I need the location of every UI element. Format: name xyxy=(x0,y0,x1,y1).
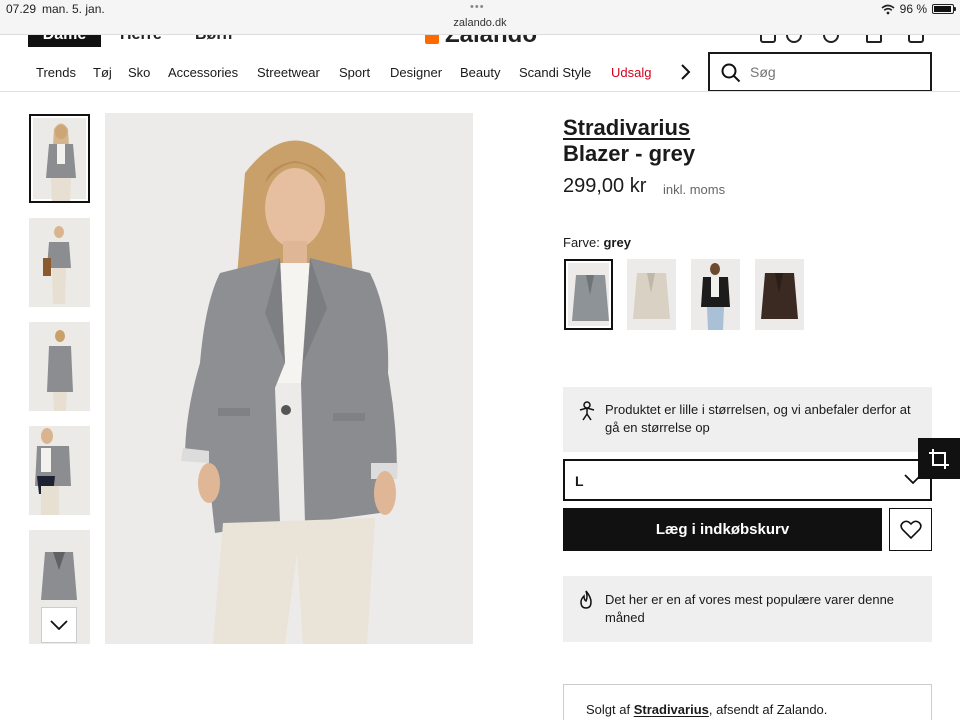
brand-link[interactable]: Stradivarius xyxy=(563,115,690,141)
fit-advice-text: Produktet er lille i størrelsen, og vi a… xyxy=(605,402,911,435)
chevron-down-icon xyxy=(50,620,68,630)
thumbnail-4[interactable] xyxy=(29,426,90,515)
sold-by-prefix: Solgt af xyxy=(586,702,631,717)
color-label: Farve: grey xyxy=(563,235,631,250)
status-time: 07.29 xyxy=(6,2,37,16)
color-swatch-black[interactable] xyxy=(691,259,740,330)
language-icon[interactable] xyxy=(786,35,802,43)
thumbnail-1[interactable] xyxy=(29,114,90,203)
search-input[interactable] xyxy=(750,63,920,81)
flame-icon xyxy=(580,590,592,609)
battery-fill xyxy=(934,6,952,12)
address-bar-url[interactable]: zalando.dk xyxy=(0,17,960,29)
chevron-right-icon[interactable] xyxy=(677,64,693,80)
compare-side-tab[interactable] xyxy=(918,438,960,479)
logo-mark-icon xyxy=(425,35,439,44)
swatch-image xyxy=(633,273,670,319)
nav-item-trends[interactable]: Trends xyxy=(36,65,76,80)
thumbnail-2[interactable] xyxy=(29,218,90,307)
thumbnail-image xyxy=(43,226,71,304)
color-swatch-brown[interactable] xyxy=(755,259,804,330)
wifi-icon xyxy=(881,4,895,14)
product-name: Blazer - grey xyxy=(563,141,696,166)
thumbnails-scroll-down-button[interactable] xyxy=(41,607,77,643)
product-price: 299,00 kr xyxy=(563,175,647,197)
swatch-image xyxy=(572,275,609,321)
nav-item-beauty[interactable]: Beauty xyxy=(460,65,500,80)
seller-info-text: Solgt af Stradivarius, afsendt af Zaland… xyxy=(586,702,827,717)
logo-text: Zalando xyxy=(445,35,537,47)
tab-dame[interactable]: Dame xyxy=(28,35,101,47)
header-top-row: Dame Herre Børn Zalando xyxy=(0,35,960,47)
cart-icon[interactable] xyxy=(908,35,924,43)
product-photo xyxy=(181,140,398,644)
nav-item-designer[interactable]: Designer xyxy=(390,65,442,80)
add-to-cart-button[interactable]: Læg i indkøbskurv xyxy=(563,508,882,551)
selected-size: L xyxy=(575,473,584,489)
color-swatch-grey[interactable] xyxy=(564,259,613,330)
help-icon[interactable] xyxy=(760,35,776,43)
status-date: man. 5. jan. xyxy=(42,2,105,16)
seller-info-box: Solgt af Stradivarius, afsendt af Zaland… xyxy=(563,684,932,720)
status-right: 96 % xyxy=(881,2,956,16)
color-label-text: Farve: xyxy=(563,235,600,250)
tab-herre[interactable]: Herre xyxy=(120,35,162,47)
account-icon[interactable] xyxy=(823,35,839,43)
color-value: grey xyxy=(603,235,631,250)
search-icon xyxy=(721,63,741,83)
vat-note: inkl. moms xyxy=(663,182,726,197)
color-swatch-beige[interactable] xyxy=(627,259,676,330)
heart-icon xyxy=(899,520,922,539)
nav-item-toj[interactable]: Tøj xyxy=(93,65,112,80)
nav-divider xyxy=(0,91,960,92)
battery-icon xyxy=(932,4,956,14)
search-box[interactable] xyxy=(708,52,932,92)
thumbnail-image xyxy=(46,123,76,201)
more-dots-icon[interactable]: ••• xyxy=(470,1,485,13)
popular-note-text: Det her er en af vores mest populære var… xyxy=(605,592,895,625)
sold-by-suffix: , afsendt af Zalando. xyxy=(708,702,828,717)
compare-icon xyxy=(929,448,949,469)
battery-percent: 96 % xyxy=(899,2,927,16)
thumbnail-image xyxy=(47,330,73,411)
status-bar: 07.29 man. 5. jan. ••• zalando.dk 96 % xyxy=(0,0,960,35)
swatch-image xyxy=(701,263,730,330)
nav-item-udsalg[interactable]: Udsalg xyxy=(611,65,651,80)
size-select[interactable]: L xyxy=(563,459,932,501)
zalando-logo[interactable]: Zalando xyxy=(425,35,537,47)
thumbnail-3[interactable] xyxy=(29,322,90,411)
fit-advice-box: Produktet er lille i størrelsen, og vi a… xyxy=(563,387,932,452)
nav-item-scandi-style[interactable]: Scandi Style xyxy=(519,65,591,80)
tab-born[interactable]: Børn xyxy=(195,35,232,47)
fit-icon xyxy=(579,401,595,421)
wishlist-header-icon[interactable] xyxy=(866,35,882,43)
category-nav: Trends Tøj Sko Accessories Streetwear Sp… xyxy=(0,52,960,92)
seller-link[interactable]: Stradivarius xyxy=(634,702,709,717)
thumbnail-image xyxy=(35,428,71,515)
nav-item-sko[interactable]: Sko xyxy=(128,65,150,80)
nav-item-streetwear[interactable]: Streetwear xyxy=(257,65,320,80)
nav-item-sport[interactable]: Sport xyxy=(339,65,370,80)
wishlist-button[interactable] xyxy=(889,508,932,551)
main-product-image[interactable] xyxy=(105,113,473,644)
nav-item-accessories[interactable]: Accessories xyxy=(168,65,238,80)
popular-note-box: Det her er en af vores mest populære var… xyxy=(563,576,932,642)
swatch-image xyxy=(761,273,798,319)
